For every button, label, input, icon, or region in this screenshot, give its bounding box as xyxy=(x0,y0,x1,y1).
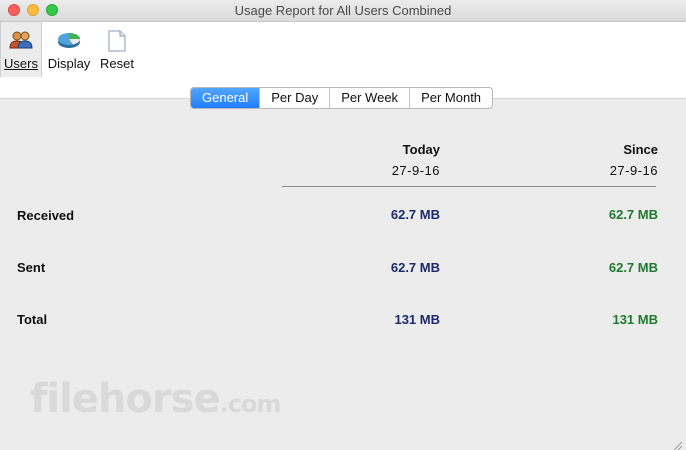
window-title: Usage Report for All Users Combined xyxy=(234,3,452,18)
received-today-value: 62.7 MB xyxy=(390,207,440,222)
sent-since-value: 62.7 MB xyxy=(608,260,658,275)
sent-today-value: 62.7 MB xyxy=(390,260,440,275)
total-since-value: 131 MB xyxy=(612,312,658,327)
since-column-date: 27-9-16 xyxy=(609,163,658,178)
document-icon xyxy=(108,30,126,55)
watermark-suffix: .com xyxy=(219,390,282,418)
total-today-value: 131 MB xyxy=(394,312,440,327)
received-since-value: 62.7 MB xyxy=(608,207,658,222)
users-button[interactable]: Users xyxy=(0,22,42,77)
since-column-header: Since xyxy=(623,142,658,157)
today-column-date: 27-9-16 xyxy=(391,163,440,178)
watermark-text: filehorse xyxy=(30,376,221,422)
resize-grip-icon[interactable] xyxy=(672,437,683,450)
header-divider xyxy=(282,186,656,187)
reset-button-label: Reset xyxy=(100,56,134,71)
row-label-total: Total xyxy=(17,312,48,327)
display-button-label: Display xyxy=(47,56,91,71)
display-pie-icon xyxy=(56,30,82,53)
row-label-received: Received xyxy=(17,208,75,223)
title-bar: Usage Report for All Users Combined xyxy=(0,0,686,22)
users-icon xyxy=(9,30,33,53)
tab-per-month[interactable]: Per Month xyxy=(409,88,492,108)
display-button[interactable]: Display xyxy=(44,22,94,77)
reset-button[interactable]: Reset xyxy=(96,22,138,77)
period-tabs: General Per Day Per Week Per Month xyxy=(190,87,494,109)
tab-per-day[interactable]: Per Day xyxy=(259,88,329,108)
tab-general[interactable]: General xyxy=(191,88,260,108)
users-button-label: Users xyxy=(4,56,38,71)
row-label-sent: Sent xyxy=(17,260,46,275)
today-column-header: Today xyxy=(402,142,440,157)
filehorse-watermark: filehorse.com xyxy=(30,376,282,422)
toolbar: Users Display Reset xyxy=(0,22,686,77)
tab-per-week[interactable]: Per Week xyxy=(329,88,409,108)
